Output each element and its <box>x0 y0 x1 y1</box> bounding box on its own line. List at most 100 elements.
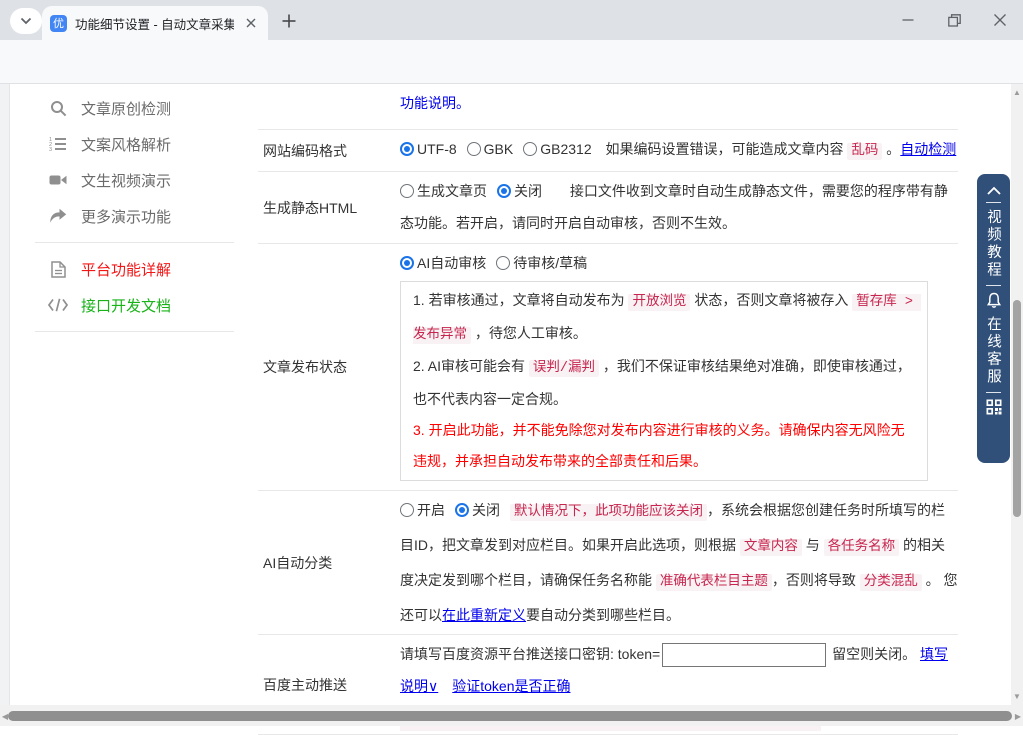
warning-paragraph: 2. AI审核可能会有 误判/漏判 ，我们不保证审核结果绝对准确，即使审核通过，… <box>413 351 915 415</box>
highlighted-term: 文章内容 <box>739 539 802 556</box>
radio-开启[interactable]: 开启 <box>400 494 445 526</box>
minimize-button[interactable] <box>885 0 931 40</box>
tab-close-button[interactable] <box>242 14 260 32</box>
redefine-category-link[interactable]: 在此重新定义 <box>442 607 526 623</box>
settings-row-static-html: 生成静态HTML 生成文章页 关闭 接口文件收到文章时自动生成静态文件，需要您的程序… <box>258 172 958 244</box>
sidebar-item[interactable]: 文章原创检测 <box>11 90 258 126</box>
scroll-up-arrow[interactable]: ▲ <box>1011 86 1023 98</box>
radio-button[interactable] <box>523 142 538 156</box>
row-content: 功能说明。 <box>400 84 958 129</box>
radio-关闭[interactable]: 关闭 <box>497 175 542 207</box>
radio-关闭[interactable]: 关闭 <box>455 494 500 526</box>
plus-icon <box>282 14 296 28</box>
tab-search-button[interactable] <box>10 8 42 34</box>
row-content: AI自动审核 待审核/草稿 1. 若审核通过，文章将自动发布为 开放浏览 状态，否则… <box>400 244 958 490</box>
radio-label: 生成文章页 <box>417 183 487 199</box>
radio-button[interactable] <box>466 142 481 156</box>
close-icon <box>246 18 256 28</box>
scroll-down-arrow[interactable]: ▼ <box>1011 690 1023 702</box>
divider <box>986 392 1001 393</box>
row-label: 文章发布状态 <box>263 359 347 375</box>
restore-button[interactable] <box>931 0 977 40</box>
radio-button[interactable] <box>455 503 469 517</box>
text: 。 <box>882 141 901 157</box>
text <box>438 678 452 694</box>
content-line: UTF-8 GBK GB2312 如果编码设置错误，可能造成文章内容 乱码 。自动检… <box>400 133 958 168</box>
content-line: 请填写百度资源平台推送接口密钥: token= 留空则关闭。 填写说明∨ 验证t… <box>400 638 958 702</box>
browser-tab[interactable]: 优 功能细节设置 - 自动文章采集器 <box>42 6 268 40</box>
back-to-top-button[interactable] <box>986 186 1002 196</box>
online-service-button[interactable]: 在线客服 <box>983 316 1004 386</box>
radio-UTF-8[interactable]: UTF-8 <box>400 133 457 165</box>
share-arrow-icon <box>48 208 68 224</box>
horizontal-scrollbar-thumb[interactable] <box>8 711 1012 721</box>
ordered-list-icon: 123 <box>48 136 68 152</box>
site-favicon: 优 <box>50 14 67 32</box>
sidebar: 文章原创检测 1 2 3 文案风格解析 文生视频演示更多演示功能 平台功能详解接口开发文档 <box>11 84 258 340</box>
verify-token-link[interactable]: 验证token是否正确 <box>452 678 570 694</box>
new-tab-button[interactable] <box>278 10 300 32</box>
radio-button[interactable] <box>400 503 414 517</box>
sidebar-item[interactable]: 1 2 3 文案风格解析 <box>11 126 258 162</box>
radio-button[interactable] <box>496 256 511 270</box>
radio-AI自动审核[interactable]: AI自动审核 <box>400 247 486 279</box>
chevron-down-icon <box>20 17 32 25</box>
radio-label: UTF-8 <box>417 141 457 157</box>
radio-label: 关闭 <box>514 183 542 199</box>
divider <box>986 285 1001 286</box>
vertical-scrollbar-thumb[interactable] <box>1013 300 1021 517</box>
highlighted-term: 默认情况下，此项功能应该关闭 <box>510 504 707 521</box>
sidebar-item-label: 文案风格解析 <box>81 136 172 154</box>
tab-title: 功能细节设置 - 自动文章采集器 <box>75 17 234 32</box>
highlighted-term: 各任务名称 <box>823 539 900 556</box>
video-tutorial-button[interactable]: 视频教程 <box>983 209 1004 279</box>
text: 留空则关闭。 <box>828 646 920 662</box>
bell-icon[interactable] <box>986 292 1002 309</box>
sidebar-item-label: 接口开发文档 <box>81 297 172 315</box>
row-content: 生成文章页 关闭 接口文件收到文章时自动生成静态文件，需要您的程序带有静态功能。若… <box>400 172 958 243</box>
window-controls <box>885 0 1023 40</box>
row-label: 网站编码格式 <box>263 142 347 159</box>
floating-side-toolbar: 视频教程 在线客服 <box>977 174 1010 463</box>
sidebar-item[interactable]: 平台功能详解 <box>11 251 258 287</box>
text: ，否则将导致 <box>771 572 860 588</box>
sidebar-item[interactable]: 文生视频演示 <box>11 162 258 198</box>
row-label <box>258 84 400 129</box>
auto-detect-link[interactable]: 自动检测 <box>900 141 956 157</box>
divider <box>986 202 1001 203</box>
divider <box>35 242 234 243</box>
warning-paragraph: 3. 开启此功能，并不能免除您对发布内容进行审核的义务。请确保内容无风险无违规，… <box>413 415 915 477</box>
divider <box>35 331 234 332</box>
text: 2. AI审核可能会有 <box>413 358 529 374</box>
radio-button[interactable] <box>497 184 511 198</box>
baidu-token-input[interactable] <box>662 643 827 668</box>
radio-待审核/草稿[interactable]: 待审核/草稿 <box>496 247 587 279</box>
radio-GB2312[interactable]: GB2312 <box>523 133 592 165</box>
radio-GBK[interactable]: GBK <box>466 133 514 165</box>
video-camera-icon <box>48 172 68 188</box>
restore-icon <box>947 13 961 27</box>
radio-button[interactable] <box>400 256 414 270</box>
close-window-button[interactable] <box>977 0 1023 40</box>
radio-button[interactable] <box>400 142 414 156</box>
radio-生成文章页[interactable]: 生成文章页 <box>400 175 487 207</box>
text: 与 <box>801 537 824 553</box>
svg-text:3: 3 <box>49 147 52 152</box>
settings-row-publish-status: 文章发布状态 AI自动审核 待审核/草稿 1. 若审核通过，文章将自动发布为 开放浏览… <box>258 244 958 491</box>
highlighted-term: 准确代表栏目主题 <box>655 574 772 591</box>
content-line: 开启 关闭 默认情况下，此项功能应该关闭 ，系统会根据您创建任务时所填写的栏目ID，把… <box>400 494 958 631</box>
sidebar-item[interactable]: 接口开发文档 <box>11 287 258 323</box>
feature-description-link[interactable]: 功能说明。 <box>400 95 470 111</box>
radio-label: GBK <box>483 141 514 157</box>
horizontal-scrollbar[interactable]: ◀ ▶ <box>0 705 1023 726</box>
sidebar-item[interactable]: 更多演示功能 <box>11 198 258 234</box>
sidebar-item-label: 文生视频演示 <box>81 172 172 190</box>
vertical-scrollbar[interactable]: ▲ ▼ <box>1011 84 1023 705</box>
scroll-right-arrow[interactable]: ▶ <box>1012 709 1023 723</box>
row-label: AI自动分类 <box>263 554 333 571</box>
row-content: UTF-8 GBK GB2312 如果编码设置错误，可能造成文章内容 乱码 。自动检… <box>400 130 958 171</box>
qr-code-icon[interactable] <box>986 399 1002 415</box>
radio-button[interactable] <box>400 184 414 198</box>
radio-label: 待审核/草稿 <box>513 255 588 271</box>
text: 请填写百度资源平台推送接口密钥: token= <box>400 646 661 662</box>
